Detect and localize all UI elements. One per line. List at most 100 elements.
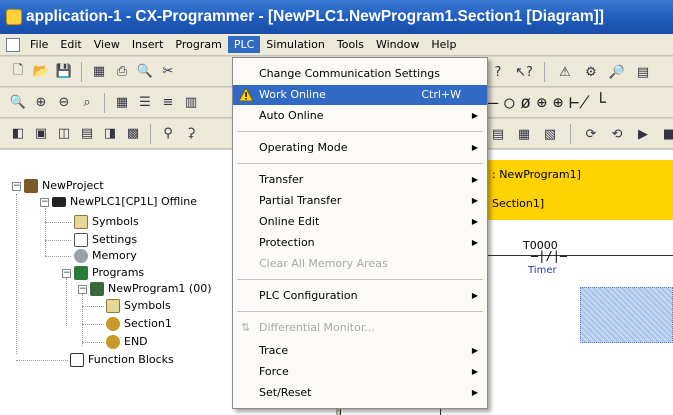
menu-item-operating-mode[interactable]: Operating Mode ▶ — [233, 138, 487, 158]
ladder-element-icons[interactable]: —○ø⊕⊕⊬└ — [488, 93, 612, 113]
transfer-from-icon[interactable]: ⟲ — [607, 124, 627, 144]
project-workspace-icon[interactable]: ◧ — [8, 124, 28, 144]
submenu-arrow-icon: ▶ — [471, 175, 478, 184]
zoom-fit-icon[interactable]: ⌕ — [77, 93, 97, 113]
tree-item-settings[interactable]: Settings — [74, 232, 137, 248]
transfer-icon[interactable]: ⟳ — [581, 124, 601, 144]
tree-item-symbols[interactable]: Symbols — [74, 214, 139, 230]
zoom-in-icon[interactable]: ⊕ — [31, 93, 51, 113]
cut-icon[interactable]: ✂ — [158, 62, 178, 82]
memory-icon — [74, 249, 88, 263]
collapse-root-toggle[interactable]: − — [12, 182, 21, 191]
menu-separator — [237, 131, 483, 132]
tree-item-section[interactable]: Section1 — [106, 316, 172, 332]
replace-icon[interactable]: ⚳ — [181, 124, 201, 144]
warning-icon — [239, 88, 253, 101]
tree-item-function-blocks[interactable]: Function Blocks — [70, 352, 174, 368]
menu-plc[interactable]: PLC — [227, 36, 261, 53]
watch-window-icon[interactable]: ◫ — [54, 124, 74, 144]
table-icon[interactable]: ▥ — [181, 93, 201, 113]
cross-reference-icon[interactable]: ◨ — [100, 124, 120, 144]
menu-item-protection[interactable]: Protection ▶ — [233, 233, 487, 253]
submenu-arrow-icon: ▶ — [471, 111, 478, 120]
title-bar: application-1 - CX-Programmer - [NewPLC1… — [0, 0, 673, 34]
property-icon[interactable]: ▩ — [123, 124, 143, 144]
menu-item-trace[interactable]: Trace ▶ — [233, 341, 487, 361]
menu-tools[interactable]: Tools — [331, 36, 370, 53]
menu-separator — [237, 311, 483, 312]
print-icon[interactable]: ⎙ — [112, 62, 132, 82]
chart-tool-icon[interactable]: ▤ — [633, 62, 653, 82]
menu-view[interactable]: View — [88, 36, 126, 53]
tree-item-memory[interactable]: Memory — [74, 248, 137, 264]
tree-item-root[interactable]: NewProject — [24, 178, 104, 194]
zoom-out-icon[interactable]: ⊖ — [54, 93, 74, 113]
monitor-view-icon[interactable]: ▦ — [514, 124, 534, 144]
open-folder-icon[interactable]: 📂 — [31, 62, 51, 82]
menu-item-transfer[interactable]: Transfer ▶ — [233, 170, 487, 190]
menu-help[interactable]: Help — [425, 36, 462, 53]
menu-item-partial-transfer[interactable]: Partial Transfer ▶ — [233, 191, 487, 211]
submenu-arrow-icon: ▶ — [471, 217, 478, 226]
properties-icon[interactable]: ▦ — [89, 62, 109, 82]
menu-file[interactable]: File — [24, 36, 54, 53]
menu-item-set-reset[interactable]: Set/Reset ▶ — [233, 383, 487, 403]
menu-item-online-edit[interactable]: Online Edit ▶ — [233, 212, 487, 232]
comment-icon[interactable]: ☰ — [135, 93, 155, 113]
menu-simulation[interactable]: Simulation — [260, 36, 331, 53]
warning-tool-icon[interactable]: ⚠ — [555, 62, 575, 82]
tool-icon[interactable]: ⚙ — [581, 62, 601, 82]
program-icon — [90, 282, 104, 296]
menu-edit[interactable]: Edit — [54, 36, 87, 53]
monitor-icon[interactable]: ▤ — [488, 124, 508, 144]
submenu-arrow-icon: ▶ — [471, 196, 478, 205]
menu-insert[interactable]: Insert — [126, 36, 170, 53]
zoom-icon[interactable]: 🔍 — [8, 93, 28, 113]
output-window-icon[interactable]: ▣ — [31, 124, 51, 144]
grid-icon[interactable]: ▦ — [112, 93, 132, 113]
menu-separator — [237, 163, 483, 164]
menu-bar: File Edit View Insert Program PLC Simula… — [0, 34, 673, 56]
settings-icon — [74, 233, 88, 247]
collapse-plc-toggle[interactable]: − — [40, 198, 49, 207]
collapse-programs-toggle[interactable]: − — [62, 269, 71, 278]
menu-item-plc-configuration[interactable]: PLC Configuration ▶ — [233, 286, 487, 306]
context-help-icon[interactable]: ↖? — [514, 62, 534, 82]
tree-item-end[interactable]: END — [106, 334, 148, 350]
end-section-icon — [106, 335, 120, 349]
selected-cell[interactable] — [580, 287, 673, 343]
run-icon[interactable]: ▶ — [633, 124, 653, 144]
menu-item-work-online[interactable]: Work Online Ctrl+W — [233, 85, 487, 105]
document-icon[interactable] — [6, 37, 20, 52]
nc-contact[interactable]: —|/|— — [531, 249, 567, 263]
menu-program[interactable]: Program — [169, 36, 227, 53]
submenu-arrow-icon: ▶ — [471, 143, 478, 152]
toolbar-separator — [104, 92, 105, 113]
program-label: : NewProgram1] — [492, 168, 581, 181]
find-icon[interactable]: ⚲ — [158, 124, 178, 144]
help-icon[interactable]: ? — [488, 62, 508, 82]
new-file-icon[interactable]: 🗋 — [8, 62, 28, 82]
tree-item-programs[interactable]: Programs — [74, 265, 144, 281]
section-label: Section1] — [492, 197, 545, 210]
tree-item-program-symbols[interactable]: Symbols — [106, 298, 171, 314]
menu-item-force[interactable]: Force ▶ — [233, 362, 487, 382]
list-icon[interactable]: ≡ — [158, 93, 178, 113]
tree-item-plc[interactable]: NewPLC1[CP1L] Offline — [52, 194, 197, 210]
submenu-arrow-icon: ▶ — [471, 367, 478, 376]
online-edit-icon[interactable]: ▧ — [540, 124, 560, 144]
collapse-program-toggle[interactable]: − — [78, 285, 87, 294]
menu-item-auto-online[interactable]: Auto Online ▶ — [233, 106, 487, 126]
stop-icon[interactable]: ■ — [659, 124, 673, 144]
app-icon — [6, 9, 22, 25]
print-preview-icon[interactable]: 🔍 — [135, 62, 155, 82]
menu-item-change-comm-settings[interactable]: Change Communication Settings — [233, 64, 487, 84]
save-icon[interactable]: 💾 — [54, 62, 74, 82]
menu-window[interactable]: Window — [370, 36, 425, 53]
window-title: application-1 - CX-Programmer - [NewPLC1… — [26, 8, 604, 25]
address-reference-icon[interactable]: ▤ — [77, 124, 97, 144]
project-icon — [24, 179, 38, 193]
tree-item-program[interactable]: NewProgram1 (00) — [90, 281, 211, 297]
search-tool-icon[interactable]: 🔎 — [607, 62, 627, 82]
shortcut-label: Ctrl+W — [421, 88, 461, 101]
